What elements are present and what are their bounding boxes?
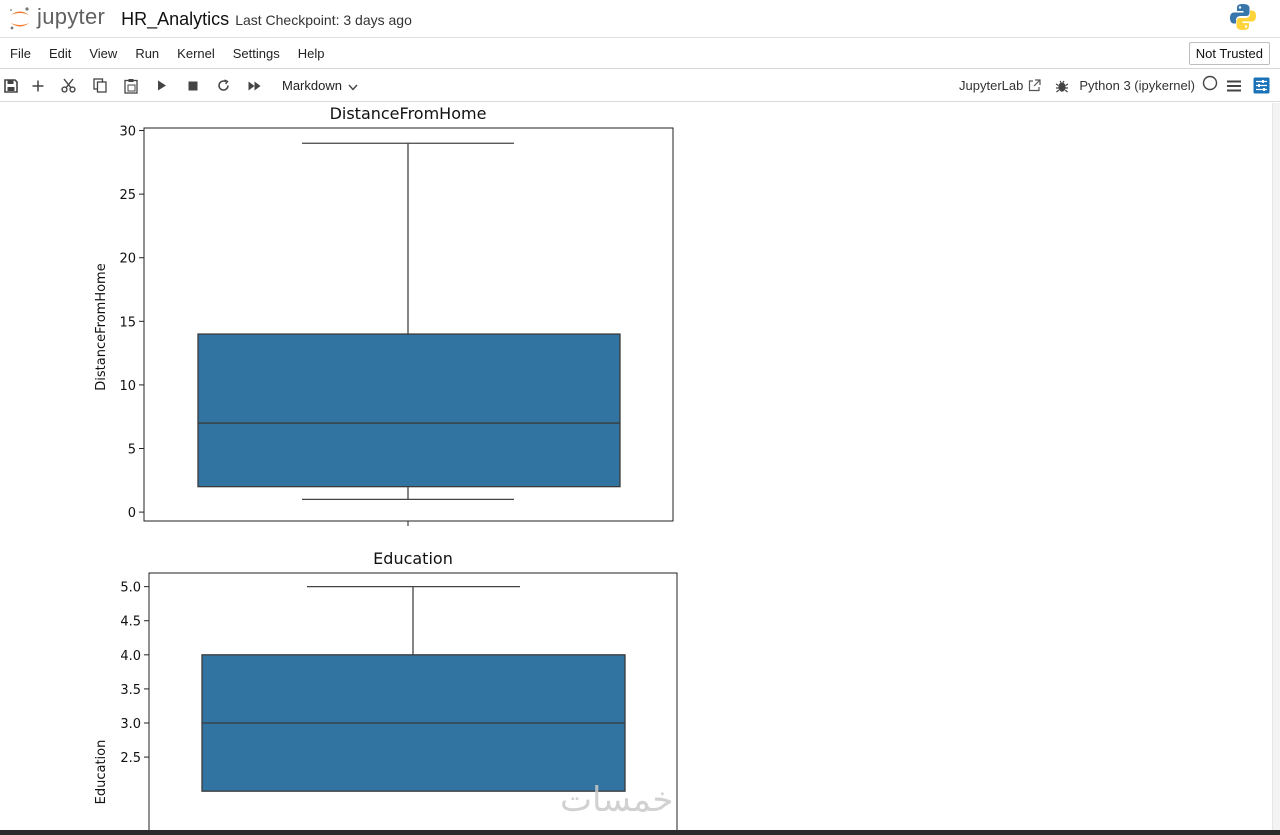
run-cell-button[interactable] bbox=[146, 71, 177, 101]
y-tick-label: 15 bbox=[119, 315, 136, 330]
jupyter-logo-text: jupyter bbox=[37, 4, 106, 29]
add-cell-button[interactable] bbox=[22, 71, 53, 101]
y-tick-label: 20 bbox=[119, 252, 136, 267]
chart-title: DistanceFromHome bbox=[330, 104, 487, 123]
menu-kernel[interactable]: Kernel bbox=[177, 46, 215, 61]
copy-button[interactable] bbox=[84, 71, 115, 101]
settings-panel-icon bbox=[1253, 77, 1270, 94]
save-button[interactable] bbox=[0, 71, 22, 101]
not-trusted-button[interactable]: Not Trusted bbox=[1188, 42, 1270, 65]
menu-view[interactable]: View bbox=[89, 46, 117, 61]
cell-type-dropdown[interactable]: Markdown bbox=[282, 78, 358, 93]
y-tick-label: 0 bbox=[128, 506, 136, 521]
jupyterlab-link-label: JupyterLab bbox=[959, 78, 1024, 93]
restart-kernel-button[interactable] bbox=[208, 71, 239, 101]
paste-icon bbox=[123, 78, 138, 94]
menu-file[interactable]: File bbox=[10, 46, 31, 61]
copy-icon bbox=[92, 78, 107, 93]
y-tick-label: 5.0 bbox=[120, 581, 141, 596]
chart-title: Education bbox=[373, 549, 453, 568]
hamburger-menu-icon bbox=[1227, 80, 1241, 91]
watermark-text: خمسات bbox=[560, 780, 674, 820]
save-icon bbox=[4, 78, 18, 93]
cell-type-value: Markdown bbox=[282, 78, 342, 93]
kernel-name[interactable]: Python 3 (ipykernel) bbox=[1079, 78, 1195, 93]
bug-icon bbox=[1056, 80, 1069, 92]
y-tick-label: 3.5 bbox=[120, 683, 141, 698]
chevron-down-icon bbox=[348, 84, 358, 91]
toolbar-right-group: JupyterLab Python 3 (ipykernel) bbox=[959, 70, 1280, 101]
menu-edit[interactable]: Edit bbox=[49, 46, 71, 61]
external-link-icon bbox=[1029, 79, 1041, 92]
jupyter-notebook-window: jupyter HR_Analytics Last Checkpoint: 3 … bbox=[0, 0, 1280, 835]
cell-output-area: DistanceFromHome DistanceFromHome 0 5 10 15… bbox=[94, 104, 678, 830]
top-bar: jupyter HR_Analytics Last Checkpoint: 3 … bbox=[0, 0, 1280, 38]
cut-icon bbox=[61, 78, 76, 93]
debugger-button[interactable] bbox=[1055, 79, 1069, 93]
y-axis-label: DistanceFromHome bbox=[94, 263, 109, 390]
y-tick-label: 25 bbox=[119, 188, 136, 203]
boxplot-distancefromhome: DistanceFromHome DistanceFromHome 0 5 10 15… bbox=[94, 104, 674, 526]
jupyter-logo-icon bbox=[10, 6, 29, 29]
y-axis-ticks: 0 5 10 15 20 25 30 bbox=[119, 125, 144, 521]
last-checkpoint: Last Checkpoint: 3 days ago bbox=[235, 11, 412, 28]
restart-run-all-button[interactable] bbox=[239, 71, 270, 101]
run-all-icon bbox=[248, 81, 260, 90]
y-tick-label: 5 bbox=[128, 443, 136, 458]
menu-toggle-button[interactable] bbox=[1227, 80, 1241, 92]
y-tick-label: 4.5 bbox=[120, 615, 141, 630]
y-tick-label: 3.0 bbox=[120, 717, 141, 732]
menu-settings[interactable]: Settings bbox=[233, 46, 280, 61]
python-logo-icon bbox=[1228, 2, 1258, 37]
cut-button[interactable] bbox=[53, 71, 84, 101]
menu-bar: File Edit View Run Kernel Settings Help … bbox=[0, 39, 1280, 69]
stop-icon bbox=[188, 81, 197, 90]
restart-icon bbox=[218, 79, 229, 91]
property-inspector-button[interactable] bbox=[1253, 77, 1270, 94]
paste-button[interactable] bbox=[115, 71, 146, 101]
y-axis-label: Education bbox=[94, 740, 109, 805]
kernel-status-indicator bbox=[1202, 75, 1218, 96]
interrupt-kernel-button[interactable] bbox=[177, 71, 208, 101]
y-tick-label: 4.0 bbox=[120, 649, 141, 664]
notebook-toolbar: Markdown JupyterLab Python 3 (ipykernel) bbox=[0, 70, 1280, 102]
y-axis-ticks: 2.5 3.0 3.5 4.0 4.5 5.0 bbox=[120, 581, 149, 766]
y-tick-label: 2.5 bbox=[120, 751, 141, 766]
menu-run[interactable]: Run bbox=[135, 46, 159, 61]
open-jupyterlab-link[interactable]: JupyterLab bbox=[959, 78, 1041, 93]
kernel-idle-circle-icon bbox=[1202, 75, 1218, 91]
y-tick-label: 10 bbox=[119, 379, 136, 394]
notebook-title[interactable]: HR_Analytics bbox=[121, 9, 229, 30]
jupyter-logo[interactable]: jupyter bbox=[8, 0, 105, 38]
y-tick-label: 30 bbox=[119, 125, 136, 140]
vertical-scrollbar[interactable] bbox=[1272, 103, 1280, 830]
notebook-panel[interactable]: DistanceFromHome DistanceFromHome 0 5 10 15… bbox=[0, 103, 1272, 830]
add-cell-icon bbox=[32, 80, 43, 91]
iqr-box bbox=[197, 333, 621, 488]
menu-help[interactable]: Help bbox=[298, 46, 325, 61]
window-bottom-edge bbox=[0, 830, 1280, 835]
run-icon bbox=[157, 80, 166, 91]
